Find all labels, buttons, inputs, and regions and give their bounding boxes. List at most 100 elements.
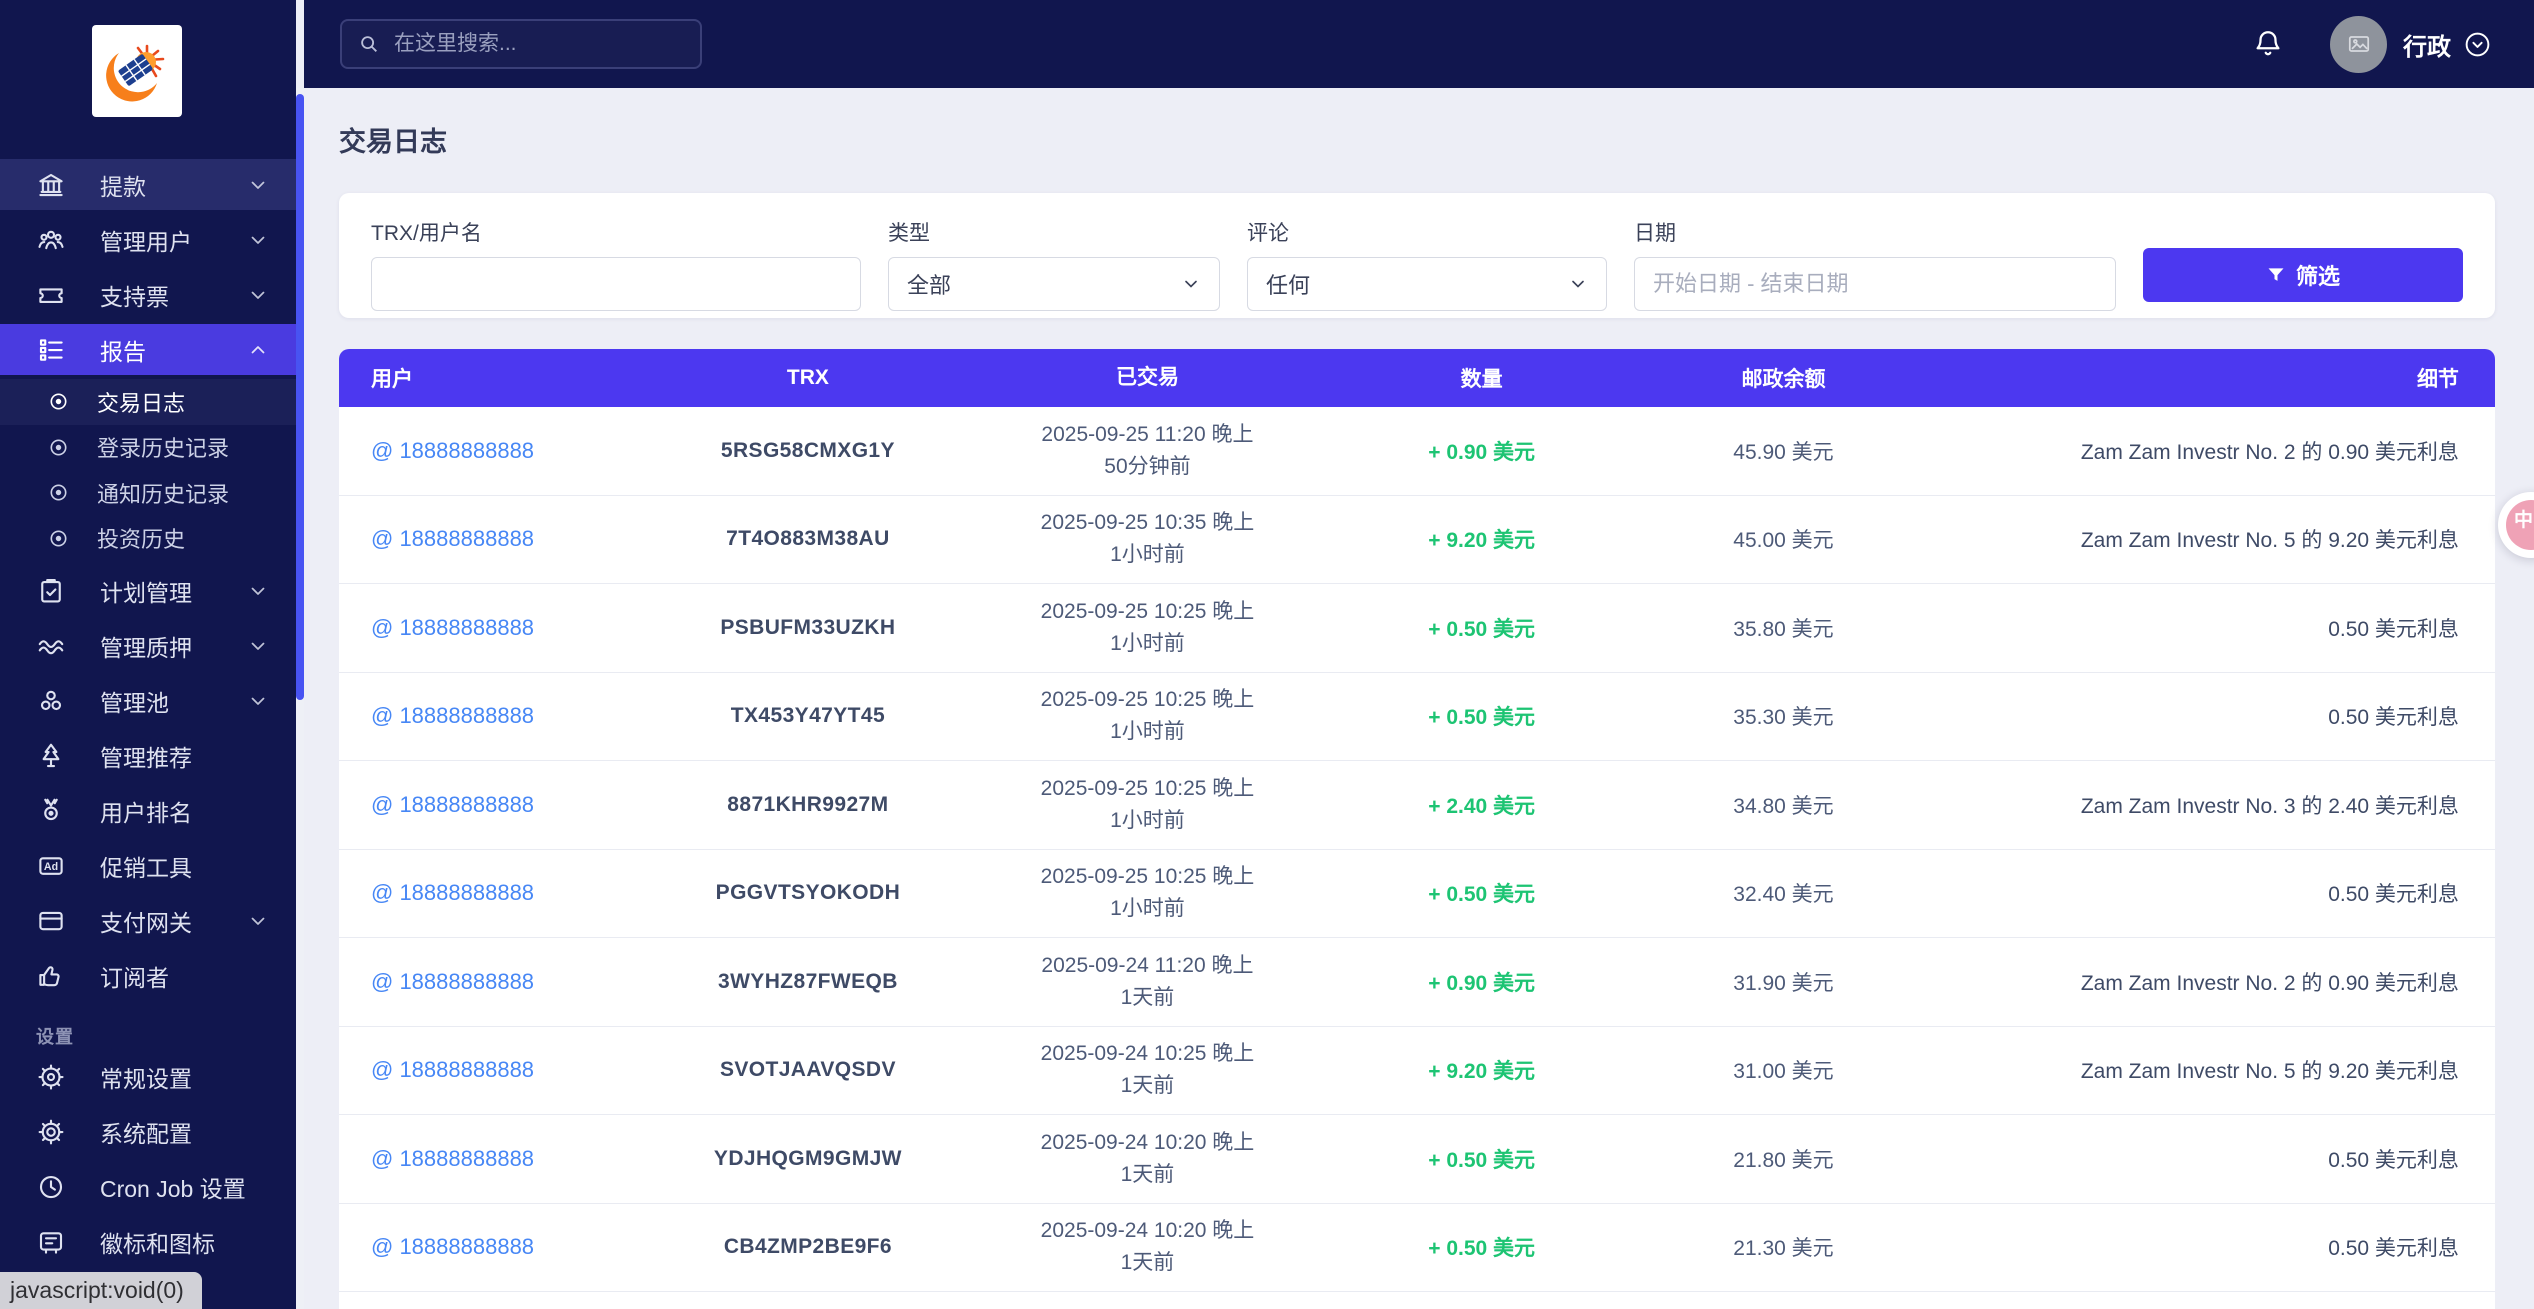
sidebar-item-withdrawals[interactable]: 提款 [0,159,296,210]
pool-icon [36,686,66,716]
notification-bell-icon[interactable] [2252,27,2284,61]
chevron-down-icon [246,909,270,933]
trx-username-input[interactable] [390,271,842,297]
table-body: @ 18888888888 5RSG58CMXG1Y 2025-09-25 11:2… [339,407,2495,1292]
sidebar-item-notification-history[interactable]: 通知历史记录 [0,470,296,516]
sidebar-scrollbar-track[interactable] [296,88,304,1309]
col-header-user: 用户 [371,368,413,391]
sidebar-item-plan-management[interactable]: 计划管理 [0,565,296,616]
table-row: @ 18888888888 3WYHZ87FWEQB 2025-09-24 11:2… [339,938,2495,1027]
details: Zam Zam Investr No. 2 的 0.90 美元利息 [2080,971,2459,995]
user-link[interactable]: @ 18888888888 [371,969,534,994]
sidebar-item-transaction-log[interactable]: 交易日志 [0,379,296,425]
transaction-date: 2025-09-24 11:20 晚上 [1041,953,1254,977]
transaction-ago: 1小时前 [1110,720,1185,744]
table-cell: 0.50 美元利息 [1934,878,2495,908]
badge-icon [36,1227,66,1257]
transaction-ago: 1小时前 [1110,631,1185,655]
details: 0.50 美元利息 [2328,1148,2459,1172]
details: 0.50 美元利息 [2328,883,2459,907]
sidebar-item-label: 促销工具 [100,854,192,881]
sidebar-item-label: 计划管理 [100,579,192,606]
date-range-control [1634,257,2116,311]
chevron-down-icon [1185,280,1197,288]
amount: + 0.50 美元 [1428,617,1536,641]
type-select[interactable]: 全部 [888,257,1220,311]
sidebar-item-user-ranking[interactable]: 用户排名 [0,785,296,836]
sidebar-item-login-history[interactable]: 登录历史记录 [0,425,296,471]
sidebar-scrollbar-thumb[interactable] [296,94,304,700]
table-cell: + 0.50 美元 [1331,878,1633,908]
sidebar-item-cron-job-settings[interactable]: Cron Job 设置 [0,1161,296,1212]
filter-group-trx: TRX/用户名 [371,217,861,311]
sidebar-item-manage-referrals[interactable]: 管理推荐 [0,730,296,781]
topbar: 行政 [304,0,2534,88]
table-cell: CB4ZMP2BE9F6 [652,1235,965,1259]
chevron-down-icon [246,689,270,713]
sidebar: 提款管理用户 支持票 报告 交易日志 登录历史记录 通知历史记录 投资历史计划管理管理质押管… [0,0,296,1309]
chevron-up-icon [246,338,270,362]
medal-icon [36,796,66,826]
translate-widget-button[interactable]: 中 A [2498,492,2534,558]
amount: + 2.40 美元 [1428,794,1536,818]
post-balance: 31.00 美元 [1733,1060,1834,1084]
table-row: @ 18888888888 PGGVTSYOKODH 2025-09-25 10:2… [339,849,2495,938]
filter-button[interactable]: 筛选 [2143,248,2463,302]
user-link[interactable]: @ 18888888888 [371,880,534,905]
dot-circle-icon [47,390,70,413]
amount: + 9.20 美元 [1428,529,1536,553]
table-cell: 2025-09-25 10:25 晚上 1小时前 [964,861,1331,925]
table-cell: 35.80 美元 [1633,613,1935,643]
sidebar-item-system-configuration[interactable]: 系统配置 [0,1106,296,1157]
user-link[interactable]: @ 18888888888 [371,1146,534,1171]
sidebar-item-manage-pools[interactable]: 管理池 [0,675,296,726]
sidebar-item-reports[interactable]: 报告 [0,324,296,375]
table-cell: YDJHQGM9GMJW [652,1147,965,1171]
sidebar-item-label: 提款 [100,173,146,200]
sidebar-item-promotion-tools[interactable]: Ad 促销工具 [0,840,296,891]
avatar[interactable] [2330,15,2387,73]
chevron-down-icon [246,228,270,252]
sidebar-item-manage-staking[interactable]: 管理质押 [0,620,296,671]
sidebar-item-logo-and-icons[interactable]: 徽标和图标 [0,1216,296,1267]
sidebar-item-payment-gateways[interactable]: 支付网关 [0,895,296,946]
table-row: @ 18888888888 SVOTJAAVQSDV 2025-09-24 10:2… [339,1026,2495,1115]
user-link[interactable]: @ 18888888888 [371,438,534,463]
user-link[interactable]: @ 18888888888 [371,1057,534,1082]
sidebar-item-support-tickets[interactable]: 支持票 [0,269,296,320]
sidebar-item-manage-users[interactable]: 管理用户 [0,214,296,265]
sidebar-item-subscribers[interactable]: 订阅者 [0,950,296,1001]
date-range-input[interactable] [1653,271,2097,297]
table-cell: @ 18888888888 [339,1234,652,1260]
table-cell: + 0.50 美元 [1331,701,1633,731]
user-menu-chevron-icon[interactable] [2463,30,2492,59]
settings-section-label: 设置 [36,1027,74,1047]
user-link[interactable]: @ 18888888888 [371,703,534,728]
date-label: 日期 [1634,222,1676,245]
global-search[interactable] [340,19,702,69]
sidebar-item-general-settings[interactable]: 常规设置 [0,1051,296,1102]
transaction-date: 2025-09-24 10:25 晚上 [1040,1042,1255,1066]
search-icon [361,36,377,52]
col-header-post-balance: 邮政余额 [1741,368,1826,391]
table-cell: 2025-09-24 10:20 晚上 1天前 [964,1215,1331,1279]
user-link[interactable]: @ 18888888888 [371,615,534,640]
table-cell: SVOTJAAVQSDV [652,1058,965,1082]
filter-group-remark: 评论 任何 [1247,217,1607,311]
table-cell: 45.00 美元 [1633,524,1935,554]
table-cell: 0.50 美元利息 [1934,1144,2495,1174]
brand-logo[interactable] [92,25,182,117]
user-link[interactable]: @ 18888888888 [371,1234,534,1259]
search-input[interactable] [394,32,684,56]
user-link[interactable]: @ 18888888888 [371,792,534,817]
remark-label: 评论 [1247,222,1289,245]
transaction-ago: 1小时前 [1110,543,1185,567]
remark-select[interactable]: 任何 [1247,257,1607,311]
table-cell: 2025-09-25 10:35 晚上 1小时前 [964,507,1331,571]
transaction-date: 2025-09-25 10:25 晚上 [1040,865,1255,889]
post-balance: 21.80 美元 [1733,1148,1834,1172]
funnel-icon [2268,268,2284,281]
user-link[interactable]: @ 18888888888 [371,526,534,551]
sidebar-item-investment-history[interactable]: 投资历史 [0,516,296,562]
sidebar-item-label: 管理池 [100,689,169,716]
